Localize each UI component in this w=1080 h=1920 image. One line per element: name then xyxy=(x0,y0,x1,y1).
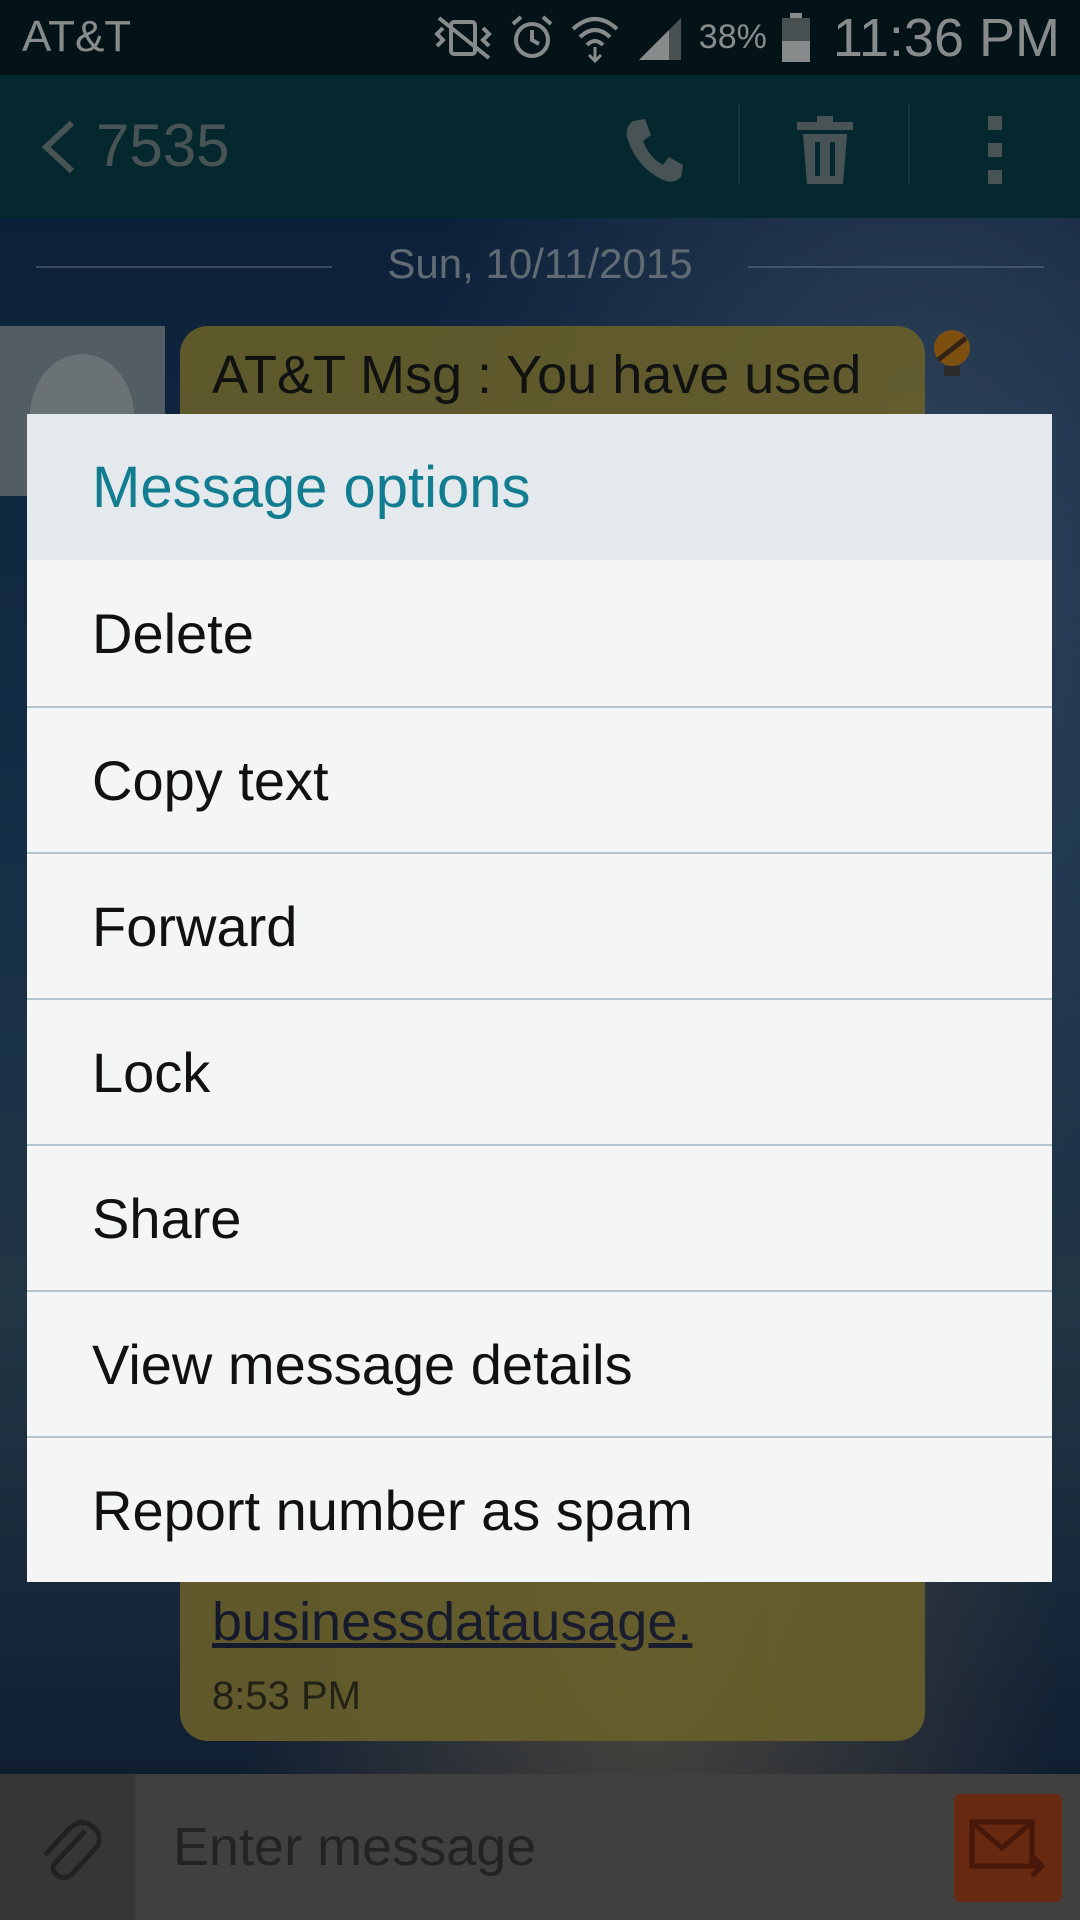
options-list: Delete Copy text Forward Lock Share View… xyxy=(27,560,1052,1582)
menu-item-report-spam[interactable]: Report number as spam xyxy=(27,1436,1052,1582)
menu-item-view-message-details[interactable]: View message details xyxy=(27,1290,1052,1436)
menu-item-lock[interactable]: Lock xyxy=(27,998,1052,1144)
menu-item-forward[interactable]: Forward xyxy=(27,852,1052,998)
menu-item-share[interactable]: Share xyxy=(27,1144,1052,1290)
message-options-dialog: Message options Delete Copy text Forward… xyxy=(27,414,1052,1582)
dialog-title: Message options xyxy=(27,414,1052,560)
menu-item-delete[interactable]: Delete xyxy=(27,560,1052,706)
menu-item-copy-text[interactable]: Copy text xyxy=(27,706,1052,852)
